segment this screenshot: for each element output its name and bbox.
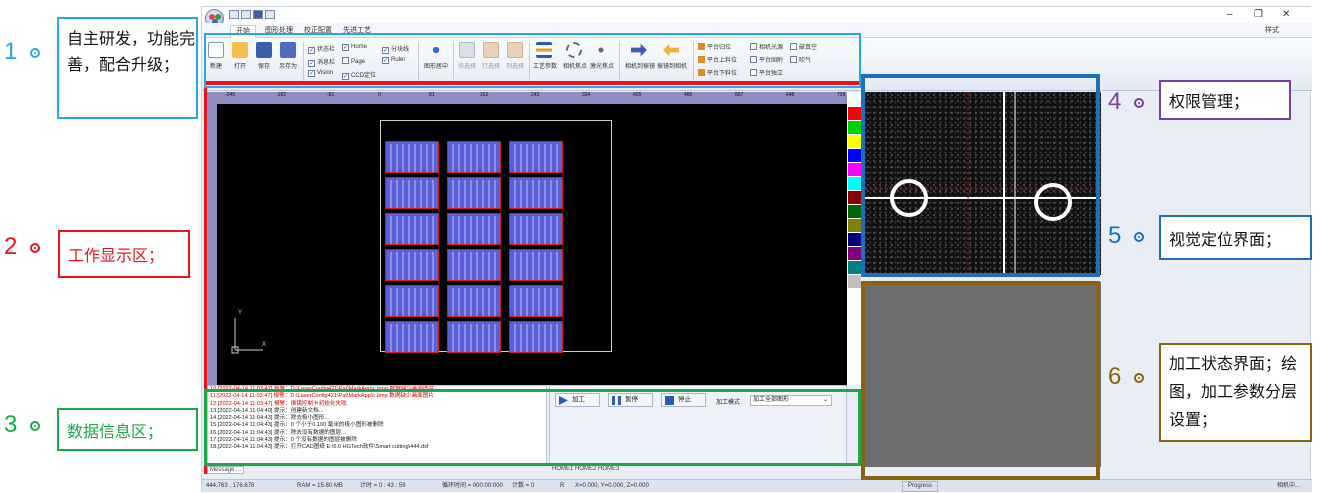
home-tabs[interactable]: HOME1 HOME2 HOME3 [552, 466, 619, 472]
ruler-label: 567 [735, 92, 744, 98]
part-shape[interactable] [447, 177, 501, 209]
part-shape[interactable] [447, 141, 501, 173]
part-shape[interactable] [509, 285, 563, 317]
axis-x-label: X [262, 342, 267, 348]
ruler-label: -81 [327, 92, 335, 98]
annotation-frame-6 [861, 281, 1100, 480]
part-shape[interactable] [447, 249, 501, 281]
palette-swatch[interactable] [848, 177, 861, 190]
minimize-icon[interactable]: – [1227, 9, 1233, 20]
annotation-box-4: 权限管理； [1159, 80, 1291, 120]
part-shape[interactable] [509, 321, 563, 353]
progress-label: Progress [902, 481, 938, 492]
restore-icon[interactable]: ❐ [1254, 9, 1263, 20]
ruler-label: -245 [225, 92, 236, 98]
ruler-label: 648 [786, 92, 795, 98]
axis-y-label: Y [238, 310, 243, 316]
camera-status: 相机中... [1277, 483, 1301, 489]
ruler-label: 729 [837, 92, 846, 98]
part-shape[interactable] [509, 249, 563, 281]
ruler-label: 405 [633, 92, 642, 98]
palette-swatch[interactable] [848, 205, 861, 218]
annotation-box-2: 工作显示区； [58, 230, 190, 278]
ruler-label: 81 [429, 92, 435, 98]
part-shape[interactable] [509, 141, 563, 173]
annotation-box-3: 数据信息区； [57, 408, 198, 451]
palette-swatch[interactable] [848, 261, 861, 274]
annotation-frame-1 [204, 33, 861, 88]
palette-swatch[interactable] [848, 191, 861, 204]
part-shape[interactable] [447, 285, 501, 317]
part-shape[interactable] [385, 213, 439, 245]
annotation-box-5: 视觉定位界面； [1159, 215, 1312, 260]
horizontal-ruler: -245 -162 -81 0 81 162 243 324 405 486 567 648 729 [207, 92, 847, 104]
new-quick-icon[interactable] [229, 10, 239, 19]
annotation-box-1: 自主研发，功能完善，配合升级； [57, 17, 198, 119]
palette-swatch[interactable] [848, 275, 861, 288]
xyz-position: X=0.000, Y=0.000, Z=0.000 [575, 483, 649, 489]
part-shape[interactable] [509, 213, 563, 245]
ruler-label: 486 [684, 92, 693, 98]
ruler-label: 324 [582, 92, 591, 98]
ruler-label: 243 [531, 92, 540, 98]
part-shape[interactable] [385, 321, 439, 353]
part-shape[interactable] [447, 213, 501, 245]
palette-swatch[interactable] [848, 135, 861, 148]
part-shape[interactable] [509, 177, 563, 209]
ruler-label: -162 [276, 92, 287, 98]
palette-swatch[interactable] [848, 107, 861, 120]
part-shape[interactable] [447, 321, 501, 353]
palette-swatch[interactable] [848, 219, 861, 232]
part-shape[interactable] [385, 141, 439, 173]
close-icon[interactable]: ✕ [1282, 9, 1290, 20]
r-indicator: R [560, 483, 565, 489]
part-shape[interactable] [385, 285, 439, 317]
palette-swatch[interactable] [848, 121, 861, 134]
status-bar: 444.763 , 176.678 RAM = 15.80 MB 计时 = 0 … [202, 479, 1312, 492]
palette-swatch[interactable] [848, 149, 861, 162]
annotation-frame-5 [861, 74, 1100, 277]
palette-swatch[interactable] [848, 93, 861, 106]
part-shape[interactable] [385, 177, 439, 209]
title-bar: – ❐ ✕ [202, 7, 1312, 28]
counter: 计数 = 0 [512, 483, 535, 489]
work-display-area[interactable]: -245 -162 -81 0 81 162 243 324 405 486 567 648 729 Y… [207, 92, 847, 385]
cursor-coords: 444.763 , 176.678 [206, 483, 255, 489]
annotation-frame-3 [204, 389, 861, 466]
palette-swatch[interactable] [848, 233, 861, 246]
ram-usage: RAM = 15.80 MB [297, 483, 343, 489]
coordinate-axis: Y X [229, 310, 269, 357]
ruler-label: 162 [480, 92, 489, 98]
palette-swatch[interactable] [848, 247, 861, 260]
part-shape[interactable] [385, 249, 439, 281]
print-quick-icon[interactable] [265, 10, 275, 19]
annotation-box-6: 加工状态界面；绘图，加工参数分层设置； [1159, 343, 1312, 442]
timer: 计时 = 0 : 43 : 59 [360, 483, 406, 489]
ruler-label: 0 [378, 92, 381, 98]
axis-icon [231, 318, 263, 354]
color-palette [847, 92, 862, 385]
open-quick-icon[interactable] [241, 10, 251, 19]
cycle-time: 循环时间 = 000:00:000 [442, 483, 503, 489]
palette-swatch[interactable] [848, 163, 861, 176]
save-quick-icon[interactable] [253, 10, 263, 19]
message-tab[interactable]: Message ... [207, 466, 245, 474]
style-menu[interactable]: 样式 [1260, 25, 1284, 38]
